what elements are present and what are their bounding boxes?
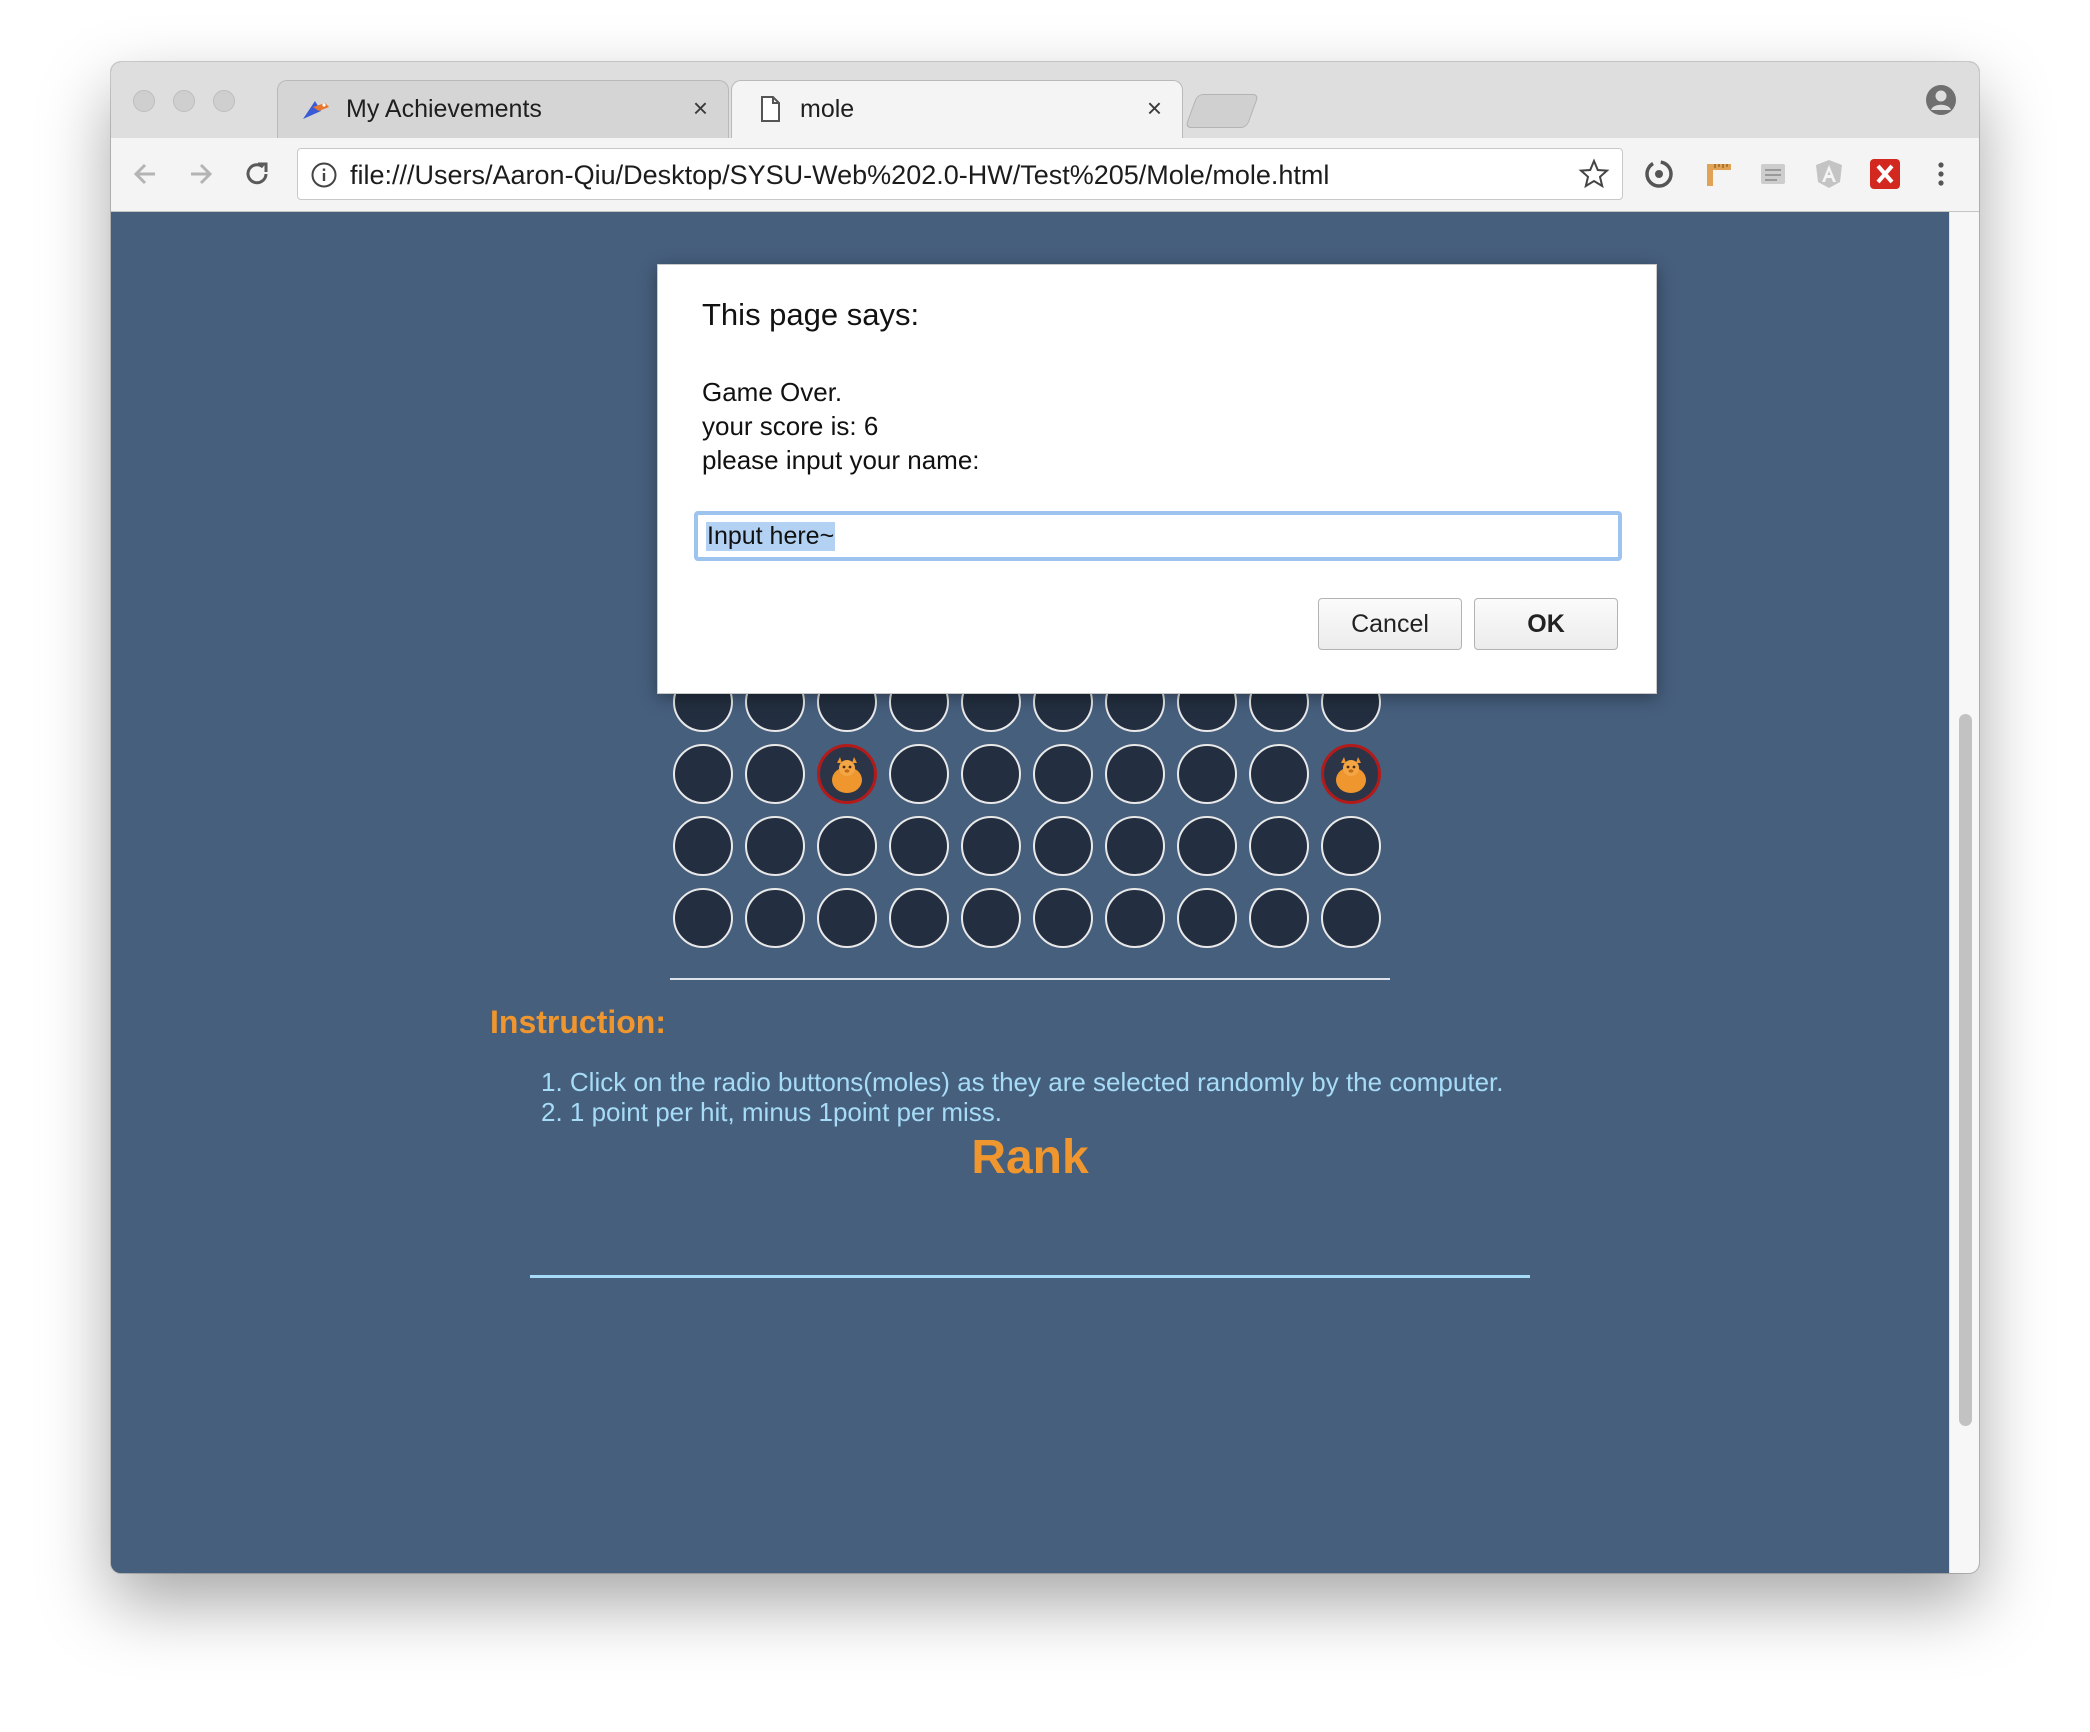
page-extension-icon[interactable] bbox=[1755, 156, 1791, 192]
hole-radio-button[interactable] bbox=[1033, 816, 1093, 876]
browser-toolbar: file:///Users/Aaron-Qiu/Desktop/SYSU-Web… bbox=[111, 138, 1979, 212]
x-extension-icon[interactable] bbox=[1867, 156, 1903, 192]
zoom-window-button[interactable] bbox=[213, 90, 235, 112]
hole-radio-button[interactable] bbox=[1249, 816, 1309, 876]
tab-close-icon[interactable]: × bbox=[1147, 93, 1162, 123]
mole-icon bbox=[1336, 757, 1366, 793]
tab-mole[interactable]: mole × bbox=[731, 80, 1183, 140]
document-icon bbox=[761, 96, 780, 122]
browser-window: My Achievements × mole × file:///Users/A… bbox=[111, 62, 1979, 1573]
hole-radio-button[interactable] bbox=[1249, 888, 1309, 948]
ok-button[interactable]: OK bbox=[1474, 598, 1618, 650]
divider bbox=[670, 978, 1390, 980]
name-input-value: Input here~ bbox=[706, 522, 836, 551]
hole-radio-button[interactable] bbox=[1105, 888, 1165, 948]
hole-radio-button[interactable] bbox=[1177, 816, 1237, 876]
dialog-message-line: your score is: 6 bbox=[702, 411, 879, 441]
back-arrow-icon[interactable] bbox=[125, 154, 165, 194]
hole-radio-button[interactable] bbox=[745, 744, 805, 804]
mole-icon bbox=[832, 757, 862, 793]
hole-radio-button[interactable] bbox=[745, 888, 805, 948]
hole-radio-button[interactable] bbox=[673, 816, 733, 876]
hole-radio-button[interactable] bbox=[1033, 744, 1093, 804]
scrollbar-thumb[interactable] bbox=[1959, 714, 1972, 1426]
url-text: file:///Users/Aaron-Qiu/Desktop/SYSU-Web… bbox=[350, 160, 1330, 190]
tab-title: mole bbox=[800, 95, 855, 123]
hole-radio-button[interactable] bbox=[961, 816, 1021, 876]
prompt-dialog: This page says: Game Over. your score is… bbox=[657, 264, 1657, 694]
info-icon[interactable] bbox=[310, 161, 338, 189]
sync-extension-icon[interactable] bbox=[1641, 156, 1677, 192]
hole-radio-button[interactable] bbox=[673, 888, 733, 948]
dialog-message-line: please input your name: bbox=[702, 445, 980, 475]
hole-radio-button[interactable] bbox=[1105, 816, 1165, 876]
bird-logo-icon bbox=[303, 101, 329, 119]
hole-radio-button[interactable] bbox=[817, 888, 877, 948]
tab-title: My Achievements bbox=[346, 95, 542, 123]
hole-radio-button[interactable] bbox=[961, 744, 1021, 804]
mole-radio-button[interactable] bbox=[817, 744, 877, 804]
new-tab-button[interactable] bbox=[1184, 94, 1260, 128]
forward-arrow-icon[interactable] bbox=[181, 154, 221, 194]
minimize-window-button[interactable] bbox=[173, 90, 195, 112]
instruction-list: 1. Click on the radio buttons(moles) as … bbox=[541, 1067, 1503, 1127]
hole-radio-button[interactable] bbox=[1105, 744, 1165, 804]
angular-extension-icon[interactable] bbox=[1811, 156, 1847, 192]
dialog-message-line: Game Over. bbox=[702, 377, 843, 407]
close-window-button[interactable] bbox=[133, 90, 155, 112]
hole-radio-button[interactable] bbox=[889, 744, 949, 804]
menu-kebab-icon[interactable] bbox=[1923, 156, 1959, 192]
name-input[interactable]: Input here~ bbox=[694, 511, 1622, 561]
tab-close-icon[interactable]: × bbox=[693, 93, 708, 123]
mole-radio-button[interactable] bbox=[1321, 744, 1381, 804]
dialog-title: This page says: bbox=[702, 297, 920, 332]
profile-icon[interactable] bbox=[1925, 84, 1957, 116]
hole-radio-button[interactable] bbox=[889, 888, 949, 948]
hole-radio-button[interactable] bbox=[1033, 888, 1093, 948]
hole-radio-button[interactable] bbox=[1321, 888, 1381, 948]
hole-radio-button[interactable] bbox=[673, 744, 733, 804]
hole-radio-button[interactable] bbox=[1321, 816, 1381, 876]
instruction-title: Instruction: bbox=[490, 1004, 666, 1040]
rank-divider bbox=[530, 1275, 1530, 1278]
dialog-message: Game Over. your score is: 6 please input… bbox=[702, 375, 980, 477]
hole-radio-button[interactable] bbox=[745, 816, 805, 876]
hole-radio-button[interactable] bbox=[1177, 744, 1237, 804]
reload-icon[interactable] bbox=[237, 154, 277, 194]
tab-my-achievements[interactable]: My Achievements × bbox=[277, 80, 729, 138]
hole-radio-button[interactable] bbox=[961, 888, 1021, 948]
instruction-item: 1. Click on the radio buttons(moles) as … bbox=[541, 1067, 1504, 1097]
cancel-button[interactable]: Cancel bbox=[1318, 598, 1462, 650]
tab-strip: My Achievements × mole × bbox=[111, 62, 1979, 140]
rank-title: Rank bbox=[971, 1131, 1089, 1184]
hole-radio-button[interactable] bbox=[817, 816, 877, 876]
hole-radio-button[interactable] bbox=[1249, 744, 1309, 804]
address-bar[interactable]: file:///Users/Aaron-Qiu/Desktop/SYSU-Web… bbox=[297, 148, 1623, 200]
hole-radio-button[interactable] bbox=[1177, 888, 1237, 948]
ruler-extension-icon[interactable] bbox=[1701, 156, 1737, 192]
bookmark-star-icon[interactable] bbox=[1578, 158, 1610, 190]
obscured-heading-fragment bbox=[505, 212, 551, 226]
hole-radio-button[interactable] bbox=[889, 816, 949, 876]
instruction-item: 2. 1 point per hit, minus 1point per mis… bbox=[541, 1097, 1003, 1127]
